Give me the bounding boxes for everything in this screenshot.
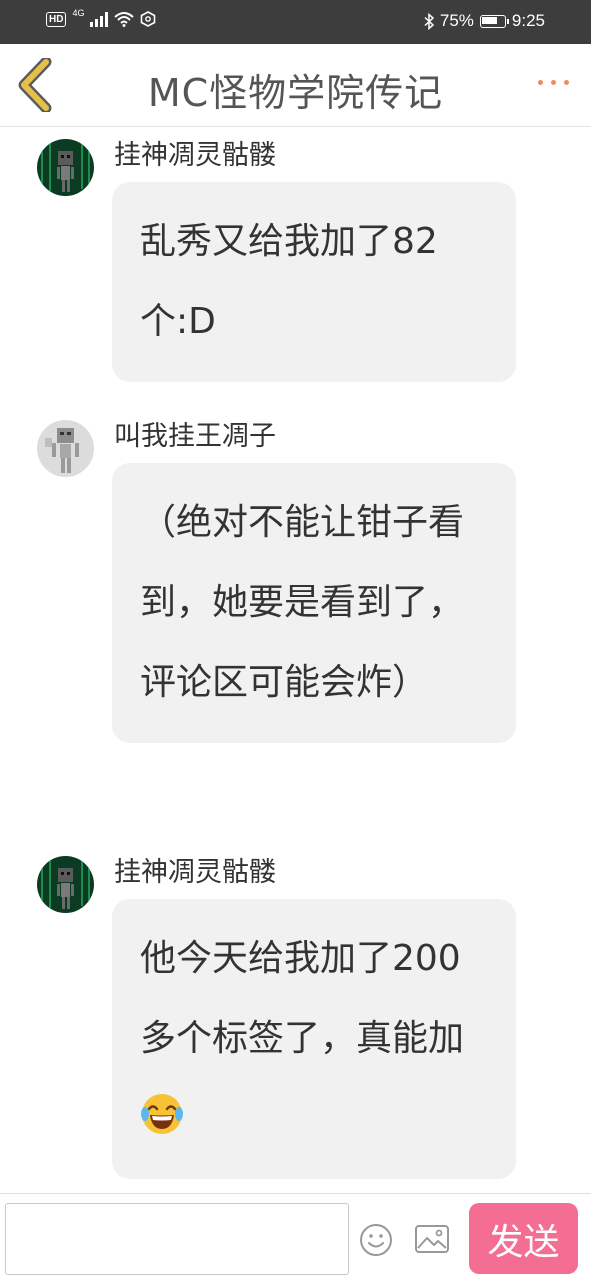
avatar[interactable] bbox=[37, 856, 94, 913]
emoji-button[interactable] bbox=[359, 1223, 393, 1257]
header-bar: MC怪物学院传记 bbox=[0, 44, 591, 127]
message-input[interactable] bbox=[5, 1203, 349, 1275]
message-text: 他今天给我加了200多个标签了，真能加 bbox=[140, 938, 465, 1059]
sender-name: 挂神凋灵骷髅 bbox=[114, 857, 276, 888]
status-bar-right: 75% 9:25 bbox=[424, 11, 545, 31]
bluetooth-icon bbox=[424, 12, 434, 30]
sender-name: 挂神凋灵骷髅 bbox=[114, 140, 276, 171]
send-button[interactable]: 发送 bbox=[469, 1203, 578, 1274]
wifi-icon bbox=[114, 12, 135, 27]
avatar-wither-skeleton-green bbox=[37, 139, 94, 196]
image-icon bbox=[415, 1225, 449, 1253]
status-bar: HD 4G 75% 9:25 bbox=[0, 0, 591, 44]
hd-badge: HD bbox=[46, 11, 67, 27]
avatar[interactable] bbox=[37, 139, 94, 196]
message-bubble: 乱秀又给我加了82个:D bbox=[112, 182, 516, 382]
battery-icon bbox=[479, 14, 509, 28]
joy-emoji bbox=[141, 1094, 183, 1134]
message-bubble: 他今天给我加了200多个标签了，真能加 bbox=[112, 899, 516, 1179]
avatar[interactable] bbox=[37, 420, 94, 477]
nfc-icon bbox=[141, 11, 156, 27]
sender-name: 叫我挂王凋子 bbox=[114, 421, 276, 452]
more-dots-icon[interactable] bbox=[538, 80, 569, 85]
network-type: 4G bbox=[72, 8, 85, 18]
clock: 9:25 bbox=[511, 11, 545, 30]
image-button[interactable] bbox=[414, 1223, 450, 1255]
avatar-wither-skeleton-green bbox=[37, 856, 94, 913]
battery-percent: 75% bbox=[439, 11, 474, 30]
signal-icon bbox=[90, 11, 109, 27]
avatar-skeleton-gray bbox=[37, 420, 94, 477]
message-bubble: （绝对不能让钳子看到，她要是看到了，评论区可能会炸） bbox=[112, 463, 516, 743]
battery-level-fill bbox=[482, 17, 498, 24]
page-title: MC怪物学院传记 bbox=[147, 71, 444, 115]
status-bar-left: HD 4G bbox=[46, 8, 156, 27]
message-input-bar: 发送 bbox=[0, 1193, 591, 1281]
smiley-icon bbox=[360, 1224, 392, 1256]
